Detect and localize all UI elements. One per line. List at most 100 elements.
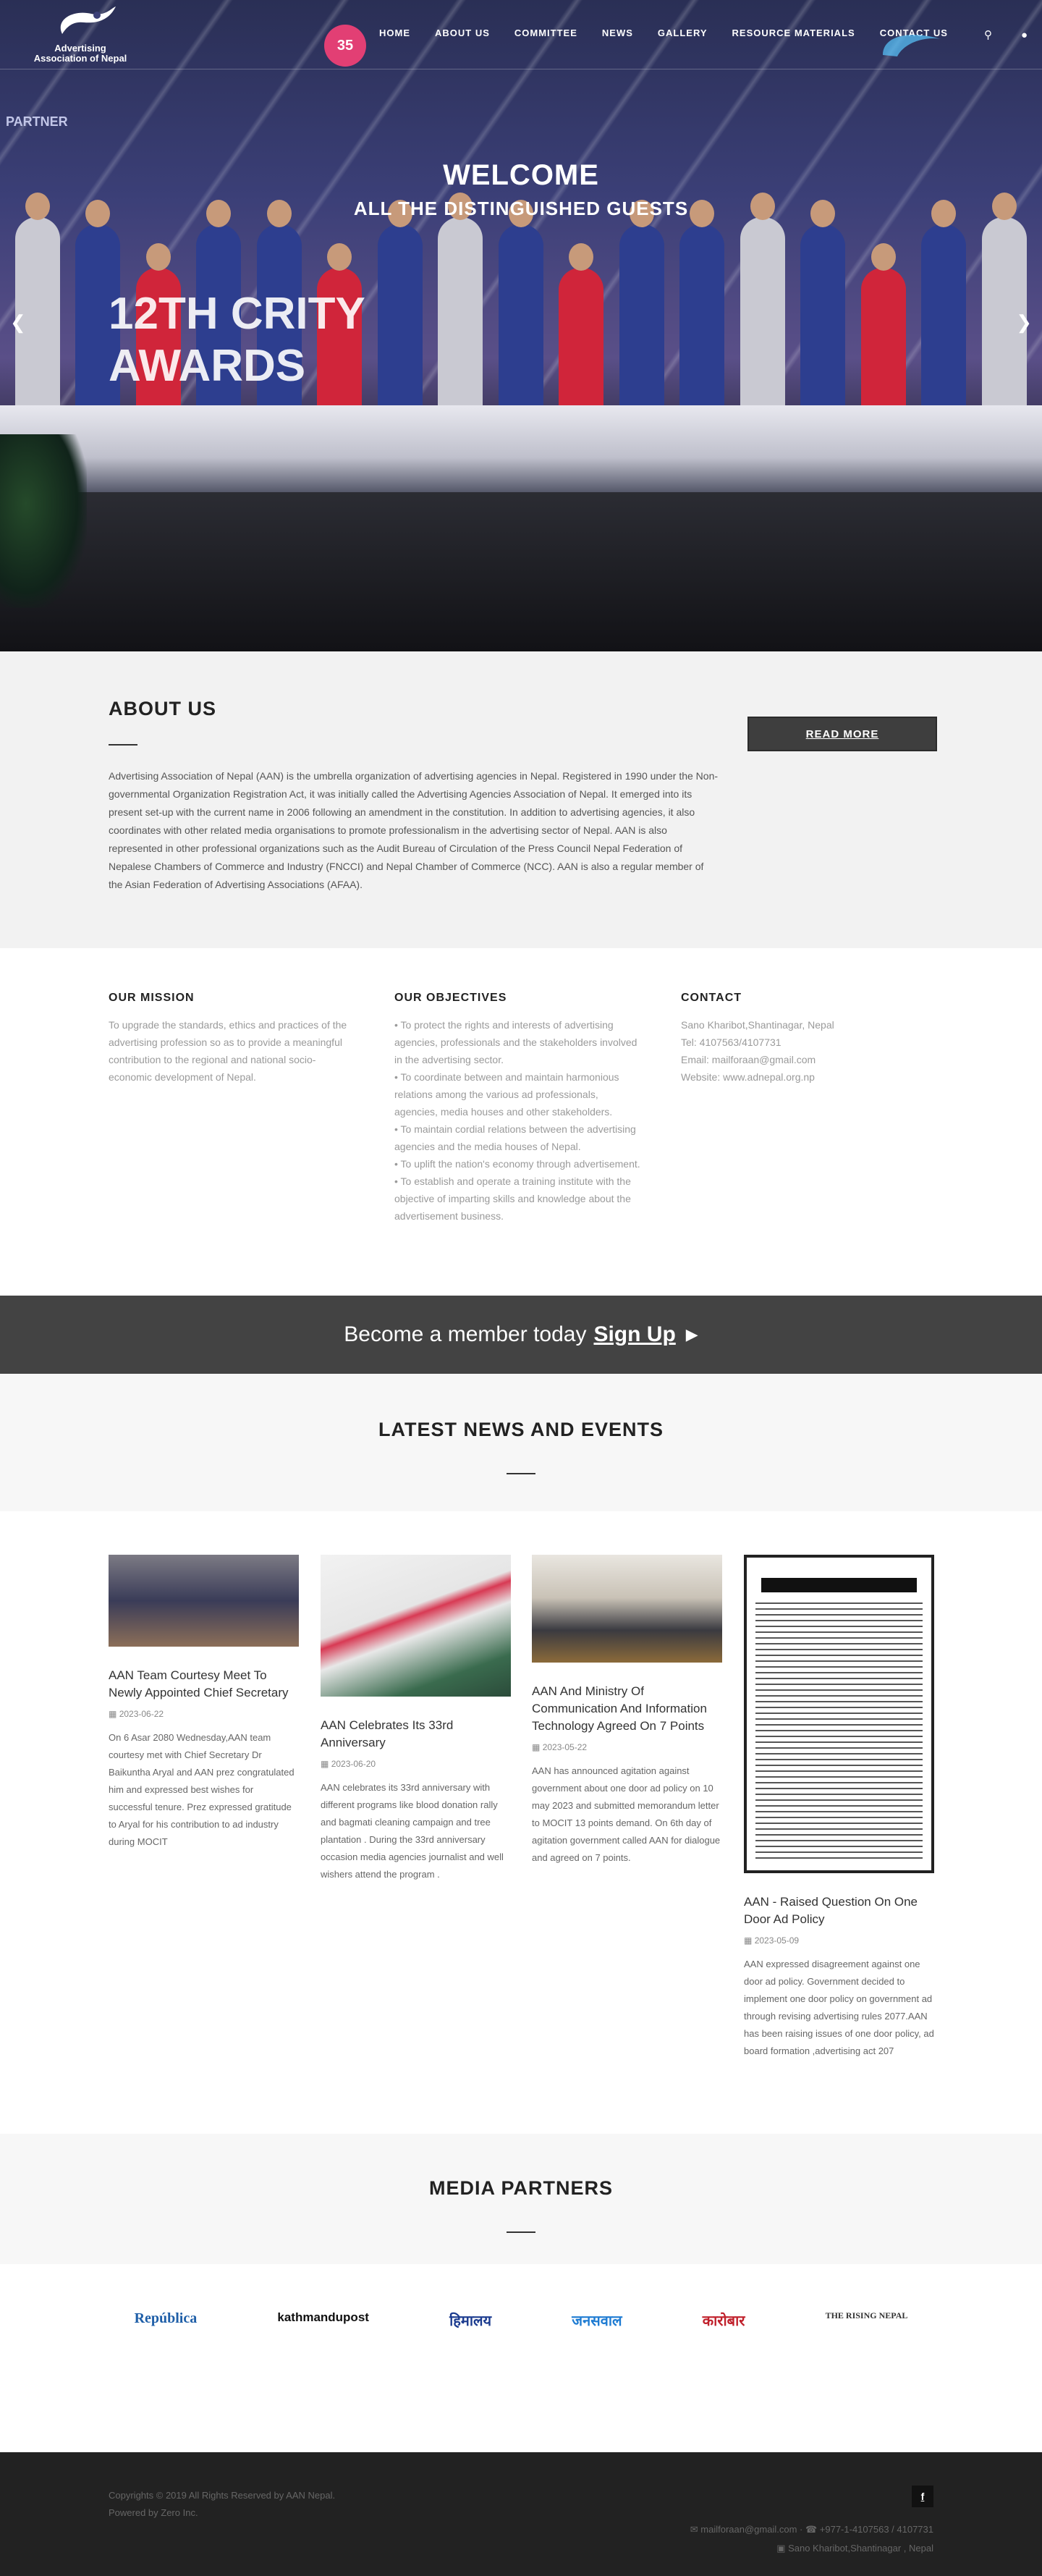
objectives-column: OUR OBJECTIVES To protect the rights and… <box>394 992 640 1225</box>
nav-icons: ⚲ ● <box>970 0 1042 69</box>
site-logo[interactable]: Advertising Association of Nepal <box>26 5 135 64</box>
facebook-icon[interactable]: f <box>912 2486 933 2507</box>
contact-email[interactable]: Email: mailforaan@gmail.com <box>681 1051 927 1068</box>
footer-email-phone: ✉ mailforaan@gmail.com · ☎ +977-1-410756… <box>690 2524 933 2535</box>
partner-logo-icon <box>883 35 941 56</box>
news-date: ▦ 2023-05-09 <box>744 1935 800 1946</box>
footer-copyright: Copyrights © 2019 All Rights Reserved by… <box>109 2487 335 2522</box>
hero-stage <box>0 405 1042 492</box>
news-title[interactable]: AAN And Ministry Of Communication And In… <box>532 1683 722 1735</box>
partners-header: MEDIA PARTNERS <box>0 2134 1042 2264</box>
slider-next-arrow-icon[interactable]: ❯ <box>1016 311 1032 334</box>
partners-heading: MEDIA PARTNERS <box>428 2177 613 2199</box>
notice-banner <box>761 1578 917 1592</box>
contact-heading: CONTACT <box>681 992 742 1004</box>
news-title[interactable]: AAN Celebrates Its 33rd Anniversary <box>321 1717 511 1752</box>
objectives-heading: OUR OBJECTIVES <box>394 992 507 1004</box>
welcome-subheading: ALL THE DISTINGUISHED GUESTS <box>353 198 689 219</box>
partner-kathmandupost-logo[interactable]: kathmandupost <box>277 2310 369 2325</box>
objective-item: To maintain cordial relations between th… <box>394 1120 640 1155</box>
calendar-icon: ▦ <box>109 1709 117 1719</box>
logo-swoosh-icon <box>60 7 116 34</box>
partner-rising-nepal-logo[interactable]: THE RISING NEPAL <box>826 2310 908 2321</box>
logo-line1: Advertising <box>54 43 106 54</box>
footer-contact: ✉ mailforaan@gmail.com · ☎ +977-1-410756… <box>690 2520 933 2558</box>
powered-by-text: Powered by Zero Inc. <box>109 2507 198 2518</box>
about-divider <box>109 744 137 746</box>
anniversary-badge: 35 <box>324 25 366 67</box>
hero-slider: Advertising Association of Nepal 35 HOME… <box>0 0 1042 651</box>
logo-line2: Association of Nepal <box>33 53 127 64</box>
nav-gallery[interactable]: GALLERY <box>658 28 708 38</box>
plant-decoration <box>0 434 87 608</box>
read-more-button[interactable]: READ MORE <box>747 717 937 751</box>
news-title[interactable]: AAN Team Courtesy Meet To Newly Appointe… <box>109 1667 299 1702</box>
news-excerpt: AAN expressed disagreement against one d… <box>744 1959 934 2056</box>
news-header: LATEST NEWS AND EVENTS <box>0 1374 1042 1511</box>
user-icon[interactable]: ● <box>1021 29 1028 41</box>
footer-address: ▣ Sano Kharibot,Shantinagar , Nepal <box>776 2543 933 2554</box>
hero-welcome: WELCOME ALL THE DISTINGUISHED GUESTS <box>0 159 1042 220</box>
nav-resource-materials[interactable]: RESOURCE MATERIALS <box>732 28 855 38</box>
notice-text-block <box>755 1602 923 1863</box>
site-footer: Copyrights © 2019 All Rights Reserved by… <box>0 2452 1042 2576</box>
hero-title-line1: 12TH CRITY <box>109 289 365 339</box>
news-list: AAN Team Courtesy Meet To Newly Appointe… <box>0 1511 1042 2134</box>
objective-item: To coordinate between and maintain harmo… <box>394 1068 640 1120</box>
partner-jansawal-logo[interactable]: जनसवाल <box>572 2310 622 2330</box>
news-excerpt: AAN celebrates its 33rd anniversary with… <box>321 1782 504 1880</box>
about-section: ABOUT US Advertising Association of Nepa… <box>0 651 1042 948</box>
welcome-heading: WELCOME <box>443 159 599 191</box>
hero-slide-title: 12TH CRITY AWARDS <box>109 288 365 392</box>
objective-item: To uplift the nation's economy through a… <box>394 1155 640 1173</box>
news-divider <box>507 1473 535 1474</box>
news-title[interactable]: AAN - Raised Question On One Door Ad Pol… <box>744 1893 934 1928</box>
slider-prev-arrow-icon[interactable]: ❮ <box>10 311 26 334</box>
objective-item: To establish and operate a training inst… <box>394 1173 640 1225</box>
news-card[interactable]: AAN - Raised Question On One Door Ad Pol… <box>744 1555 934 2060</box>
news-image[interactable] <box>744 1555 934 1873</box>
calendar-icon: ▦ <box>321 1759 329 1769</box>
sign-up-link[interactable]: Sign Up <box>593 1322 675 1347</box>
partners-divider <box>507 2231 535 2233</box>
news-card[interactable]: AAN Team Courtesy Meet To Newly Appointe… <box>109 1555 299 1851</box>
info-columns: OUR MISSION To upgrade the standards, et… <box>0 948 1042 1296</box>
partner-banner-text: PARTNER <box>6 114 68 129</box>
partners-logos: República kathmandupost हिमालय जनसवाल का… <box>0 2264 1042 2452</box>
contact-address: Sano Kharibot,Shantinagar, Nepal <box>681 1019 834 1031</box>
contact-tel: Tel: 4107563/4107731 <box>681 1036 782 1048</box>
news-image[interactable] <box>321 1555 511 1697</box>
contact-website[interactable]: Website: www.adnepal.org.np <box>681 1068 927 1086</box>
contact-column: CONTACT Sano Kharibot,Shantinagar, Nepal… <box>681 992 927 1086</box>
top-navigation: Advertising Association of Nepal 35 HOME… <box>0 0 1042 69</box>
partner-karobar-logo[interactable]: कारोबार <box>703 2310 745 2330</box>
news-card[interactable]: AAN Celebrates Its 33rd Anniversary ▦ 20… <box>321 1555 511 1883</box>
news-image[interactable] <box>109 1555 299 1647</box>
partner-republica-logo[interactable]: República <box>135 2310 198 2327</box>
caret-right-icon[interactable]: ▶ <box>686 1325 698 1344</box>
objective-item: To protect the rights and interests of a… <box>394 1016 640 1068</box>
about-body: Advertising Association of Nepal (AAN) i… <box>109 770 719 890</box>
nav-committee[interactable]: COMMITTEE <box>514 28 577 38</box>
news-card[interactable]: AAN And Ministry Of Communication And In… <box>532 1555 722 1867</box>
mission-body: To upgrade the standards, ethics and pra… <box>109 1019 347 1083</box>
copyright-text: Copyrights © 2019 All Rights Reserved by… <box>109 2490 336 2501</box>
main-nav: HOME ABOUT US COMMITTEE NEWS GALLERY RES… <box>379 28 948 38</box>
search-icon[interactable]: ⚲ <box>984 28 992 41</box>
mission-column: OUR MISSION To upgrade the standards, et… <box>109 992 355 1086</box>
partner-himalaya-logo[interactable]: हिमालय <box>449 2310 491 2330</box>
objectives-list: To protect the rights and interests of a… <box>394 1016 640 1225</box>
nav-about-us[interactable]: ABOUT US <box>435 28 490 38</box>
news-excerpt: AAN has announced agitation against gove… <box>532 1765 721 1863</box>
mission-heading: OUR MISSION <box>109 992 195 1004</box>
news-image[interactable] <box>532 1555 722 1663</box>
calendar-icon: ▦ <box>744 1935 753 1946</box>
news-date: ▦ 2023-06-22 <box>109 1709 164 1719</box>
about-heading: ABOUT US <box>109 698 216 719</box>
news-date: ▦ 2023-06-20 <box>321 1759 376 1769</box>
news-excerpt: On 6 Asar 2080 Wednesday,AAN team courte… <box>109 1732 295 1847</box>
nav-home[interactable]: HOME <box>379 28 410 38</box>
member-text: Become a member today <box>344 1322 587 1346</box>
nav-news[interactable]: NEWS <box>602 28 633 38</box>
news-date: ▦ 2023-05-22 <box>532 1742 588 1752</box>
